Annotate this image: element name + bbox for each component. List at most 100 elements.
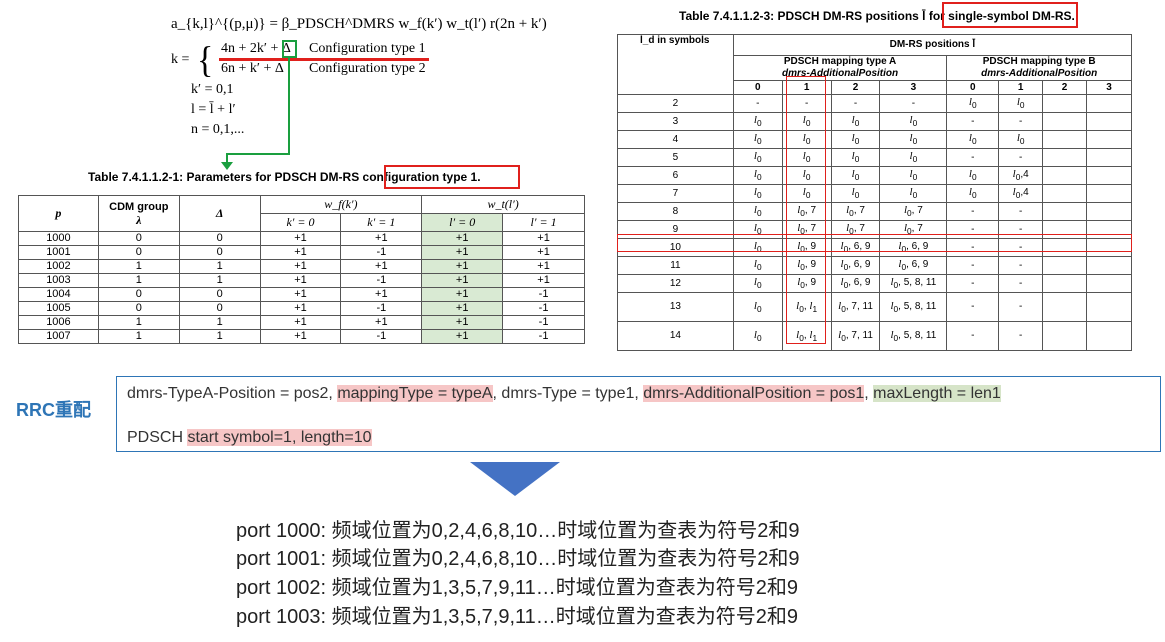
header-p: p [18, 195, 99, 232]
table3-row: 7 l0 l0 l0 l0 l0 l0,4 [617, 184, 1132, 203]
table1-row: 1007 1 1 +1 -1 +1 -1 [18, 329, 585, 344]
header-cdm-line2: λ [136, 212, 142, 227]
table3-cell [1042, 94, 1088, 113]
table3-col-header: 0 [946, 80, 1000, 95]
table3-col-header: 3 [879, 80, 948, 95]
rrc-dmrs-type: , dmrs-Type = type1, [492, 385, 644, 402]
table3-cell [1042, 166, 1088, 185]
header-cdm: CDM group λ [97, 195, 180, 232]
table3-cell: l0 [732, 274, 783, 293]
table1-cell: 1001 [18, 245, 99, 260]
table1-cell: +1 [259, 301, 342, 316]
table3-row: 14 l0 l0, l1 l0, 7, 11 l0, 5, 8, 11- - [617, 321, 1132, 351]
table3-cell: l0 [830, 184, 881, 203]
table3-cell: l0 [946, 94, 1000, 113]
table3-cell: l0 [879, 148, 948, 167]
table1-cell: 1000 [18, 231, 99, 246]
formula-l-def: l = l̄ + l′ [191, 102, 236, 117]
table1-cell: +1 [259, 259, 342, 274]
table3-col-header: 2 [830, 80, 881, 95]
table3-cell: 5 [617, 148, 734, 167]
table3-cell [1042, 256, 1088, 275]
table1-caption-prefix: Table 7.4.1.1.2-1: Parameters for PDSCH … [88, 170, 363, 184]
table3-cell: l0, 7, 11 [830, 321, 881, 351]
table3-row: 3 l0 l0 l0 l0- - [617, 112, 1132, 131]
table3-row: 12 l0 l0, 9 l0, 6, 9 l0, 5, 8, 11- - [617, 274, 1132, 293]
table3-cell: l0 [732, 130, 783, 149]
formula-case1: 4n + 2k′ + Δ [221, 41, 291, 56]
table1-row: 1000 0 0 +1 +1 +1 +1 [18, 231, 585, 246]
table3-cell: l0, 7 [879, 202, 948, 221]
table3-cell [1086, 321, 1132, 351]
table1-cell: 1 [97, 329, 180, 344]
single-symbol-caption-box [942, 2, 1078, 28]
table3-cell: 3 [617, 112, 734, 131]
table3-row: 5 l0 l0 l0 l0- - [617, 148, 1132, 167]
table3-cell: - [998, 274, 1044, 293]
table1-cell: -1 [502, 315, 585, 330]
header-type-b-addpos: dmrs-AdditionalPosition [981, 68, 1098, 79]
table3-cell: l0 [946, 184, 1000, 203]
port-1002-line: port 1002: 频域位置为1,3,5,7,9,11…时域位置为查表为符号2… [236, 577, 799, 599]
table3-cell: l0 [946, 166, 1000, 185]
table3-cell: - [946, 148, 1000, 167]
table1-cell: +1 [421, 287, 504, 302]
table3: l_d in symbols DM-RS positions l̄ PDSCH … [617, 34, 1133, 351]
table1-cell: +1 [340, 231, 423, 246]
table3-cell: l0 [732, 321, 783, 351]
table1-cell: 1 [97, 315, 180, 330]
header-l1: l′ = 1 [502, 213, 585, 232]
table3-col-header: 3 [1086, 80, 1132, 95]
table1-cell: +1 [502, 273, 585, 288]
table3-cell: l0, 6, 9 [830, 256, 881, 275]
green-connector-vertical [288, 56, 290, 154]
table3-cell [1086, 202, 1132, 221]
table1-cell: -1 [340, 301, 423, 316]
table1-cell: -1 [502, 287, 585, 302]
table3-cell: l0 [879, 184, 948, 203]
table3-row: 8 l0 l0, 7 l0, 7 l0, 7-- [617, 202, 1132, 221]
table1-cell: 1 [178, 273, 261, 288]
table3-cell: 12 [617, 274, 734, 293]
table1-cell: -1 [340, 329, 423, 344]
table1-cell: +1 [259, 287, 342, 302]
header-type-b-label: PDSCH mapping type B [982, 56, 1096, 67]
header-positions: DM-RS positions l̄ [732, 34, 1133, 56]
formula-k-label: k = [171, 52, 190, 67]
rrc-additional-position: dmrs-AdditionalPosition = pos1 [643, 385, 865, 402]
header-wf: w_f(k′) [259, 195, 423, 214]
table3-cell: l0 [879, 130, 948, 149]
table1-cell: 0 [97, 231, 180, 246]
table3-cell: l0, 6, 9 [879, 256, 948, 275]
header-type-a-addpos: dmrs-AdditionalPosition [782, 68, 899, 79]
table3-cell: l0 [879, 166, 948, 185]
column-addpos1-highlight [786, 76, 826, 344]
table3-cell [1042, 292, 1088, 322]
header-wt: w_t(l′) [421, 195, 585, 214]
down-arrow-icon [470, 462, 560, 496]
header-type-a: PDSCH mapping type Admrs-AdditionalPosit… [732, 55, 948, 81]
table3-cell [1086, 112, 1132, 131]
table3-cell: - [732, 94, 783, 113]
table1-cell: +1 [259, 329, 342, 344]
table1-cell: +1 [340, 259, 423, 274]
table3-cell: - [998, 148, 1044, 167]
table1-cell: 1 [97, 259, 180, 274]
table3-cell: l0 [732, 148, 783, 167]
port-1003-line: port 1003: 频域位置为1,3,5,7,9,11…时域位置为查表为符号2… [236, 606, 799, 628]
table1-cell: +1 [502, 231, 585, 246]
table3-col-header: 2 [1042, 80, 1088, 95]
header-l0: l′ = 0 [421, 213, 504, 232]
table1-row: 1003 1 1 +1 -1 +1 +1 [18, 273, 585, 288]
header-k1: k′ = 1 [340, 213, 423, 232]
table1-row: 1006 1 1 +1 +1 +1 -1 [18, 315, 585, 330]
table1-cell: 0 [178, 245, 261, 260]
table1-cell: 0 [178, 287, 261, 302]
table3-cell: l0, 7 [830, 202, 881, 221]
table3-cell: l0, 5, 8, 11 [879, 321, 948, 351]
table3-cell: l0 [830, 166, 881, 185]
table1-cell: +1 [421, 273, 504, 288]
table3-cell: 14 [617, 321, 734, 351]
table3-cell: 8 [617, 202, 734, 221]
table3-cell [1086, 184, 1132, 203]
